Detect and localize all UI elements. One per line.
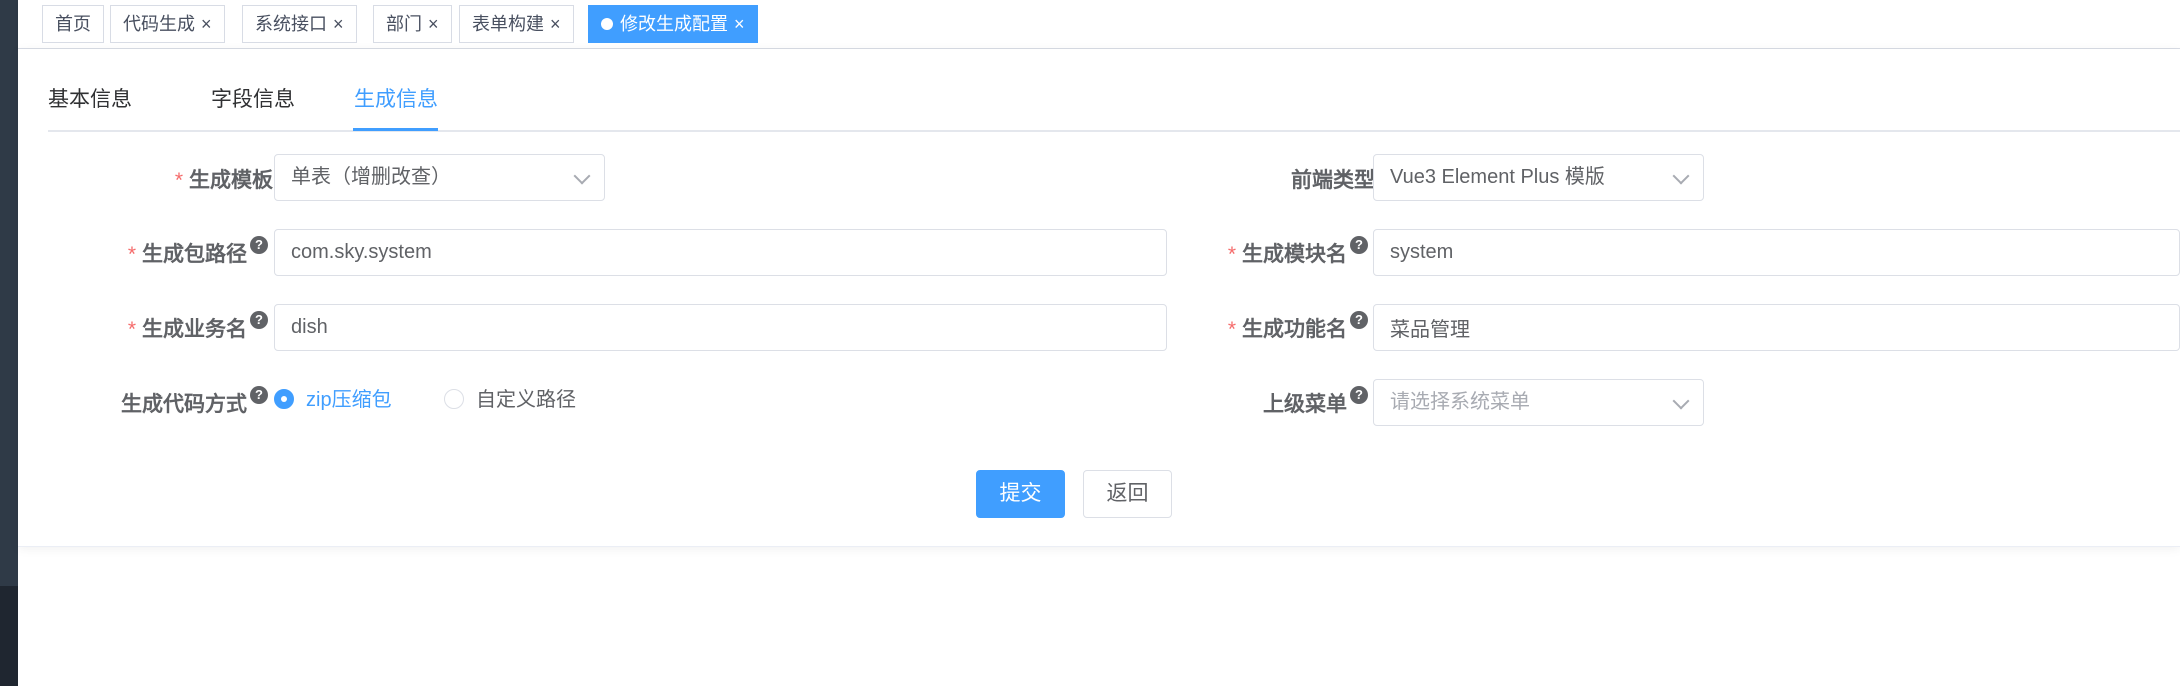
question-icon[interactable]: ?	[1350, 236, 1368, 254]
package-name-label: * 生成包路径?	[98, 236, 268, 268]
back-button[interactable]: 返回	[1083, 470, 1172, 518]
label-text: 生成模板	[189, 169, 273, 192]
radio-unchecked-icon	[444, 389, 464, 409]
tag-form-build[interactable]: 表单构建 ×	[459, 5, 574, 43]
label-text: 生成代码方式	[121, 393, 247, 416]
close-icon[interactable]: ×	[428, 14, 439, 34]
question-icon[interactable]: ?	[250, 236, 268, 254]
business-name-label: * 生成业务名?	[98, 311, 268, 343]
tag-label: 代码生成	[123, 14, 195, 34]
label-text: 生成包路径	[142, 243, 247, 266]
module-name-label: * 生成模块名?	[1198, 236, 1368, 268]
frontend-type-label: 前端类型	[1273, 164, 1375, 194]
radio-label: zip压缩包	[306, 389, 392, 411]
edit-card: 基本信息 字段信息 生成信息 * 生成模板 单表（增删改查） 前端类型 Vue3 …	[18, 49, 2180, 547]
package-name-input[interactable]	[274, 229, 1167, 276]
tab-active-indicator	[353, 128, 438, 131]
tag-label: 系统接口	[255, 14, 327, 34]
main-area: 首页 代码生成 × 系统接口 × 部门 × 表单构建 × 修改生成配置 × 基本信息 字段…	[18, 0, 2180, 686]
tag-label: 首页	[55, 14, 91, 34]
tag-dept[interactable]: 部门 ×	[373, 5, 452, 43]
tag-edit-gen-config[interactable]: 修改生成配置 ×	[588, 5, 758, 43]
gen-type-radio-custom[interactable]: 自定义路径	[444, 388, 576, 412]
close-icon[interactable]: ×	[550, 14, 561, 34]
question-icon[interactable]: ?	[1350, 386, 1368, 404]
sidebar-strip	[0, 0, 18, 686]
tabs: 基本信息 字段信息 生成信息	[48, 83, 2180, 132]
tab-gen-info[interactable]: 生成信息	[354, 83, 438, 130]
label-text: 上级菜单	[1263, 393, 1347, 416]
radio-label: 自定义路径	[476, 389, 576, 411]
function-name-label: * 生成功能名?	[1198, 311, 1368, 343]
question-icon[interactable]: ?	[250, 386, 268, 404]
gen-type-radio-zip[interactable]: zip压缩包	[274, 388, 392, 412]
chevron-down-icon	[1672, 392, 1690, 410]
radio-checked-icon	[274, 389, 294, 409]
submit-button[interactable]: 提交	[976, 470, 1065, 518]
tag-label: 修改生成配置	[620, 14, 728, 34]
select-value: Vue3 Element Plus 模版	[1390, 166, 1605, 188]
select-placeholder: 请选择系统菜单	[1390, 391, 1530, 413]
tab-field-info[interactable]: 字段信息	[211, 83, 295, 130]
required-mark: *	[174, 169, 183, 192]
active-dot-icon	[601, 18, 613, 30]
question-icon[interactable]: ?	[1350, 311, 1368, 329]
label-text: 前端类型	[1291, 169, 1375, 192]
tpl-category-select[interactable]: 单表（增删改查）	[274, 154, 605, 201]
label-text: 生成模块名	[1242, 243, 1347, 266]
tpl-category-label: * 生成模板	[168, 164, 273, 194]
close-icon[interactable]: ×	[333, 14, 344, 34]
parent-menu-label: 上级菜单?	[1218, 386, 1368, 418]
tag-code-gen[interactable]: 代码生成 ×	[110, 5, 225, 43]
tag-label: 部门	[386, 14, 422, 34]
close-icon[interactable]: ×	[201, 14, 212, 34]
chevron-down-icon	[1672, 167, 1690, 185]
tag-home[interactable]: 首页	[42, 5, 104, 43]
required-mark: *	[127, 243, 136, 266]
parent-menu-select[interactable]: 请选择系统菜单	[1373, 379, 1704, 426]
required-mark: *	[1227, 318, 1236, 341]
select-value: 单表（增删改查）	[291, 166, 451, 188]
chevron-down-icon	[573, 167, 591, 185]
gen-type-label: 生成代码方式?	[78, 386, 268, 418]
tag-label: 表单构建	[472, 14, 544, 34]
label-text: 生成业务名	[142, 318, 247, 341]
label-text: 生成功能名	[1242, 318, 1347, 341]
tags-view: 首页 代码生成 × 系统接口 × 部门 × 表单构建 × 修改生成配置 ×	[18, 0, 2180, 49]
question-icon[interactable]: ?	[250, 311, 268, 329]
sidebar-bottom	[0, 586, 18, 686]
required-mark: *	[1227, 243, 1236, 266]
tag-system-api[interactable]: 系统接口 ×	[242, 5, 357, 43]
required-mark: *	[127, 318, 136, 341]
business-name-input[interactable]	[274, 304, 1167, 351]
close-icon[interactable]: ×	[734, 14, 745, 34]
tab-basic-info[interactable]: 基本信息	[48, 83, 132, 130]
frontend-type-select[interactable]: Vue3 Element Plus 模版	[1373, 154, 1704, 201]
module-name-input[interactable]	[1373, 229, 2180, 276]
function-name-input[interactable]	[1373, 304, 2180, 351]
